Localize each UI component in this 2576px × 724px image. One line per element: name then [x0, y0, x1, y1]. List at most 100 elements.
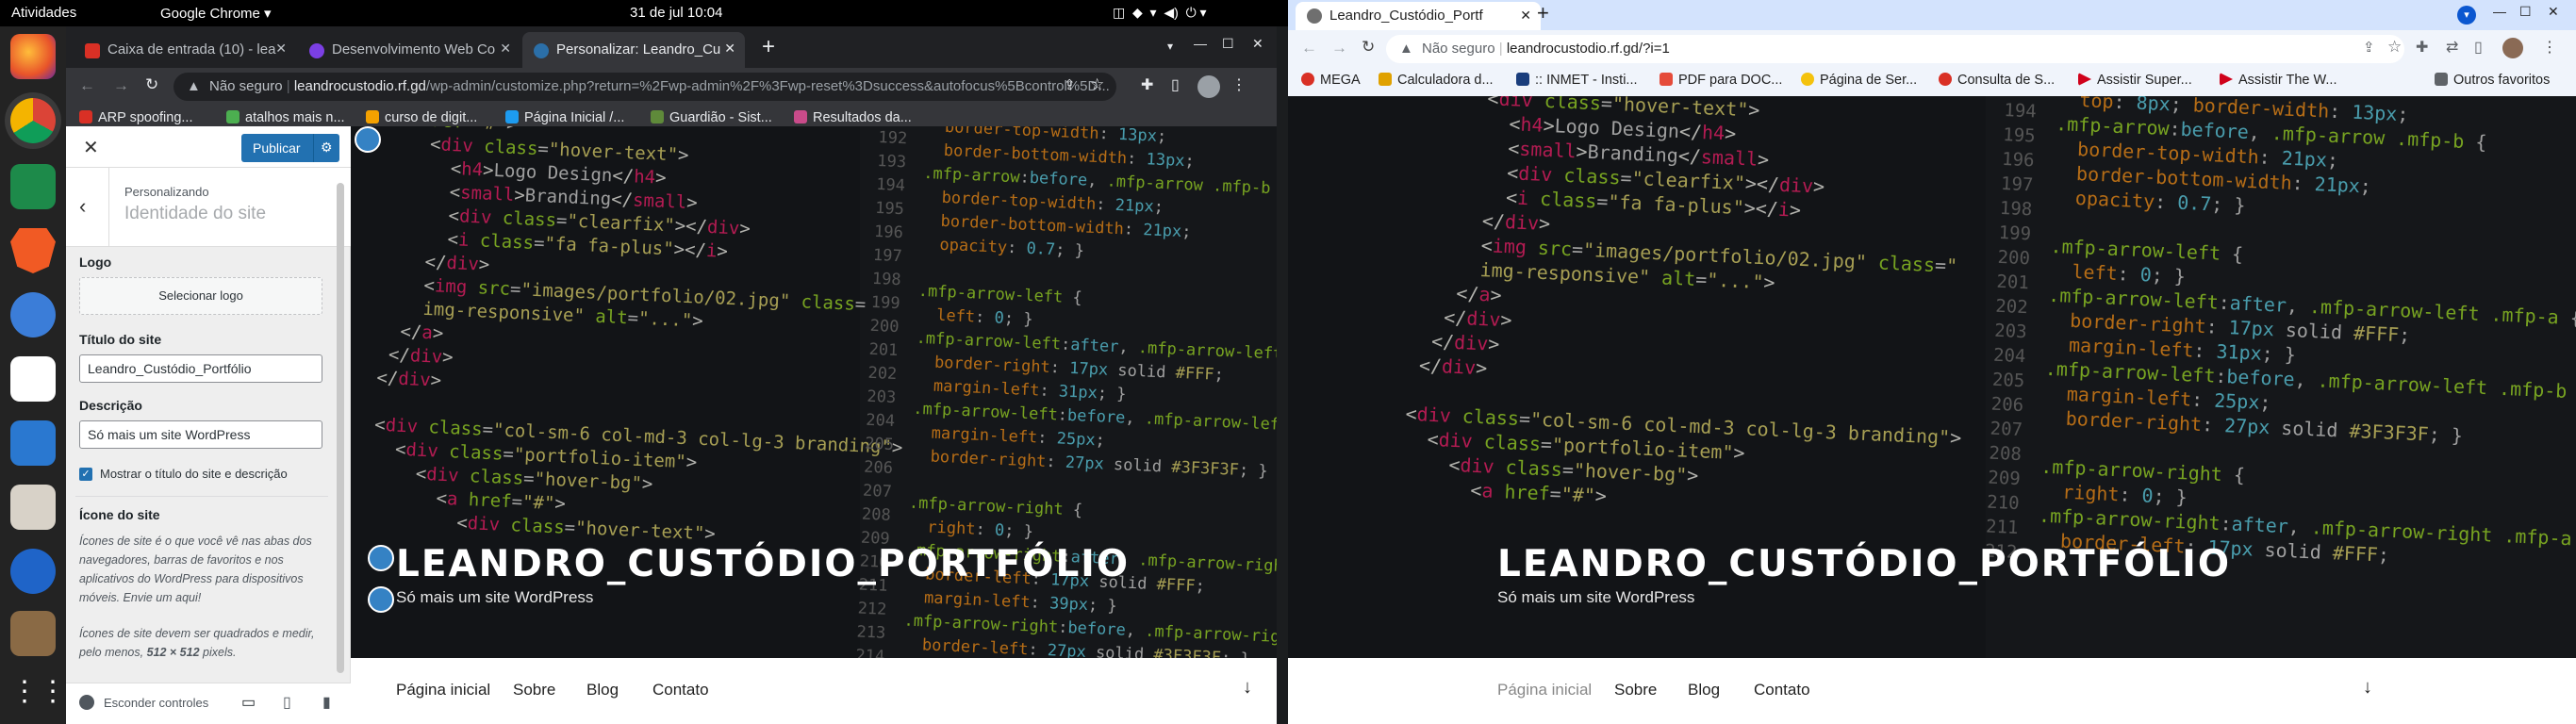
- nav-contact[interactable]: Contato: [652, 681, 709, 699]
- bookmark-item[interactable]: Resultados da...: [794, 110, 912, 125]
- close-icon[interactable]: ✕: [500, 41, 511, 57]
- tab-gmail[interactable]: Caixa de entrada (10) - lea ✕: [74, 32, 296, 68]
- nav-contact[interactable]: Contato: [1754, 681, 1810, 699]
- close-icon[interactable]: ✕: [724, 41, 735, 57]
- back-icon[interactable]: ←: [79, 76, 95, 95]
- star-icon[interactable]: ☆: [2387, 38, 2402, 57]
- bookmark-item[interactable]: ARP spoofing...: [79, 110, 193, 125]
- nav-home[interactable]: Página inicial: [396, 681, 490, 699]
- publish-button[interactable]: Publicar ⚙: [241, 134, 339, 162]
- new-tab-icon[interactable]: +: [762, 34, 775, 60]
- extensions-icon[interactable]: ✚: [2416, 38, 2428, 57]
- text-editor-icon[interactable]: [10, 356, 56, 402]
- bookmark-item[interactable]: Assistir Super...: [2078, 73, 2192, 88]
- spreadsheet-icon[interactable]: [10, 164, 56, 209]
- bookmark-item[interactable]: Página Inicial /...: [505, 110, 624, 125]
- extensions-icon[interactable]: ✚: [1141, 75, 1153, 94]
- bookmark-item[interactable]: curso de digit...: [366, 110, 477, 125]
- desktop-preview-icon[interactable]: ▭: [241, 693, 256, 712]
- firefox-icon[interactable]: [10, 34, 56, 79]
- show-apps-icon[interactable]: ⋮⋮⋮: [10, 669, 95, 715]
- document-viewer-icon[interactable]: [10, 420, 56, 466]
- side-panel-icon[interactable]: ▯: [2474, 38, 2483, 57]
- nav-blog[interactable]: Blog: [586, 681, 619, 699]
- edit-shortcut-icon[interactable]: [355, 126, 381, 153]
- site-title[interactable]: LEANDRO_CUSTÓDIO_PORTFÓLIO: [1497, 543, 2231, 585]
- edit-shortcut-icon[interactable]: [368, 586, 394, 613]
- side-panel-icon[interactable]: ▯: [1171, 75, 1180, 94]
- share-icon[interactable]: ⇪: [2363, 39, 2375, 56]
- window-close-icon[interactable]: ✕: [1252, 36, 1263, 52]
- maximize-icon[interactable]: ☐: [1222, 36, 1234, 52]
- files-icon[interactable]: [10, 485, 56, 530]
- reload-icon[interactable]: ↻: [145, 75, 158, 94]
- close-icon[interactable]: ✕: [275, 41, 287, 57]
- warning-icon[interactable]: ▲: [187, 78, 201, 94]
- thunderbird-icon[interactable]: [10, 549, 56, 594]
- nav-blog[interactable]: Blog: [1688, 681, 1720, 699]
- gear-icon[interactable]: ⚙: [321, 140, 333, 156]
- bookmark-item[interactable]: Assistir The W...: [2220, 73, 2337, 88]
- hide-controls-button[interactable]: Esconder controles: [104, 696, 208, 710]
- tab-site[interactable]: Leandro_Custódio_Portf ✕: [1296, 2, 1541, 30]
- mobile-preview-icon[interactable]: ▮: [322, 693, 331, 712]
- warning-icon[interactable]: ▲: [1399, 41, 1413, 57]
- new-tab-icon[interactable]: +: [1537, 1, 1549, 25]
- chevron-down-icon[interactable]: ▾: [1167, 40, 1173, 53]
- site-title[interactable]: LEANDRO_CUSTÓDIO_PORTFÓLIO: [396, 543, 1130, 585]
- select-logo-button[interactable]: Selecionar logo: [79, 277, 322, 315]
- clock[interactable]: 31 de jul 10:04: [630, 5, 722, 21]
- back-button[interactable]: ‹: [66, 168, 109, 247]
- bookmark-item[interactable]: MEGA: [1301, 73, 1361, 88]
- bookmark-item[interactable]: Calculadora d...: [1379, 73, 1494, 88]
- menu-icon[interactable]: ⋮: [1231, 75, 1247, 94]
- address-bar[interactable]: ▲ Não seguro | leandrocustodio.rf.gd/wp-…: [173, 73, 1116, 101]
- avatar[interactable]: [2502, 38, 2523, 58]
- close-icon[interactable]: ✕: [83, 136, 99, 159]
- show-title-checkbox[interactable]: ✓: [79, 468, 92, 481]
- address-bar[interactable]: ▲ Não seguro | leandrocustodio.rf.gd/?i=…: [1386, 35, 2404, 63]
- arrow-down-icon[interactable]: ↓: [1243, 677, 1252, 699]
- nav-about[interactable]: Sobre: [513, 681, 555, 699]
- bookmark-item[interactable]: Guardião - Sist...: [651, 110, 772, 125]
- minimize-icon[interactable]: —: [2493, 4, 2506, 19]
- share-icon[interactable]: ⇪: [1064, 76, 1076, 93]
- back-icon[interactable]: ←: [1301, 39, 1317, 58]
- tab-customizer[interactable]: Personalizar: Leandro_Cu ✕: [522, 32, 745, 68]
- tray-icons[interactable]: ◫ ◆ ▾ ◀) ⏻ ▾: [1113, 5, 1207, 21]
- minimize-icon[interactable]: —: [1194, 36, 1207, 51]
- bookmark-item[interactable]: PDF para DOC...: [1660, 73, 1782, 88]
- bookmark-item[interactable]: Consulta de S...: [1939, 73, 2055, 88]
- tablet-preview-icon[interactable]: ▯: [283, 693, 291, 712]
- close-icon[interactable]: ✕: [1520, 8, 1531, 24]
- collapse-icon[interactable]: [79, 695, 94, 710]
- edit-shortcut-icon[interactable]: [368, 545, 394, 571]
- reload-icon[interactable]: ↻: [1362, 38, 1375, 57]
- bookmark-item[interactable]: :: INMET - Insti...: [1516, 73, 1638, 88]
- brave-icon[interactable]: [10, 228, 56, 273]
- nav-about[interactable]: Sobre: [1614, 681, 1657, 699]
- bookmark-item[interactable]: Página de Ser...: [1801, 73, 1917, 88]
- forward-icon[interactable]: →: [113, 76, 129, 95]
- nav-home[interactable]: Página inicial: [1497, 681, 1592, 699]
- activities-button[interactable]: Atividades: [11, 5, 76, 21]
- scrollbar[interactable]: [337, 183, 344, 673]
- app-menu[interactable]: Google Chrome ▾: [160, 5, 272, 22]
- maximize-icon[interactable]: ☐: [2519, 4, 2532, 20]
- menu-icon[interactable]: ⋮: [2542, 38, 2557, 57]
- bookmark-item[interactable]: atalhos mais n...: [226, 110, 345, 125]
- network-icon[interactable]: [10, 292, 56, 337]
- avatar[interactable]: [1197, 75, 1220, 98]
- translate-icon[interactable]: ⇄: [2446, 38, 2458, 57]
- star-icon[interactable]: ☆: [1090, 75, 1104, 94]
- site-title-input[interactable]: Leandro_Custódio_Portfólio: [79, 354, 322, 383]
- forward-icon[interactable]: →: [1331, 39, 1347, 58]
- description-input[interactable]: Só mais um site WordPress: [79, 420, 322, 449]
- tab-web-dev[interactable]: Desenvolvimento Web Co ✕: [298, 32, 520, 68]
- image-viewer-icon[interactable]: [10, 611, 56, 656]
- chrome-icon[interactable]: [10, 98, 56, 143]
- other-bookmarks[interactable]: Outros favoritos: [2435, 73, 2550, 88]
- arrow-down-icon[interactable]: ↓: [2363, 677, 2372, 699]
- window-close-icon[interactable]: ✕: [2548, 4, 2559, 20]
- chevron-down-icon[interactable]: ▾: [2457, 6, 2476, 25]
